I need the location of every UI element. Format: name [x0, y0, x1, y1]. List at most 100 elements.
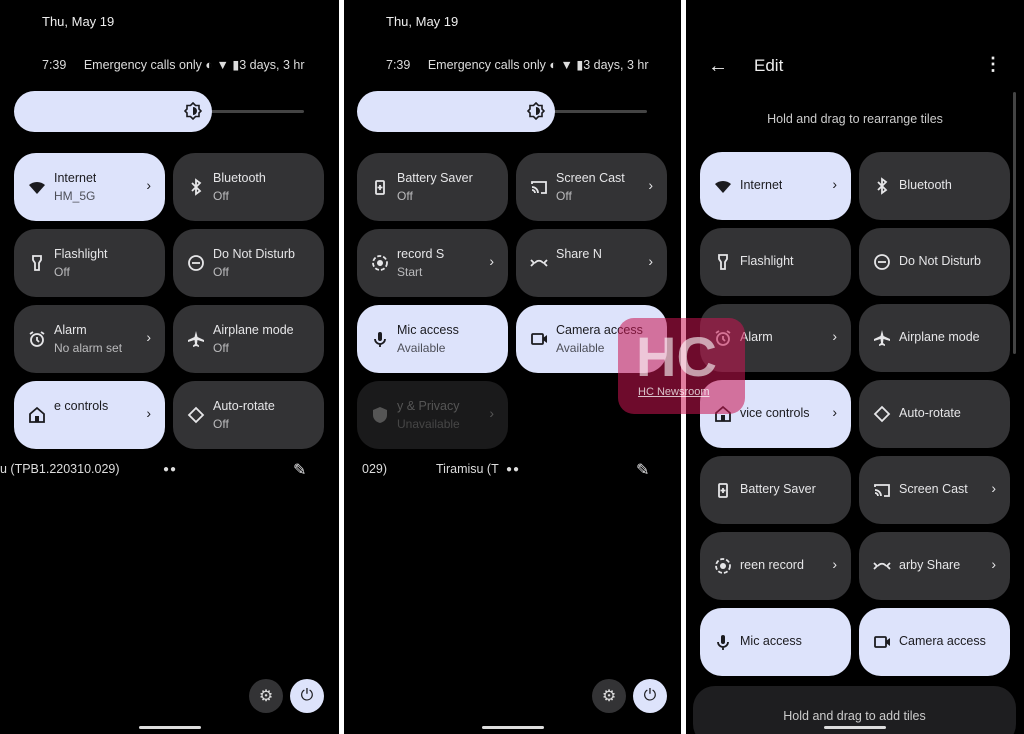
tile-battery-saver[interactable]: Battery Saver: [700, 456, 851, 524]
settings-button[interactable]: ⚙: [249, 679, 283, 713]
tile-airplane[interactable]: Airplane mode Off: [173, 305, 324, 373]
chevron-right-icon[interactable]: ›: [832, 176, 837, 192]
rearrange-hint: Hold and drag to rearrange tiles: [767, 112, 943, 126]
clock: 7:39: [42, 58, 67, 72]
chevron-right-icon[interactable]: ›: [146, 177, 151, 193]
chevron-right-icon[interactable]: ›: [832, 328, 837, 344]
flashlight-icon: [718, 254, 728, 270]
tile-state: Off: [213, 189, 229, 203]
tile-rotate[interactable]: Auto-rotate: [859, 380, 1010, 448]
tile-mic[interactable]: Mic access Available: [357, 305, 508, 373]
chevron-right-icon[interactable]: ›: [489, 253, 494, 269]
tile-home[interactable]: e controls ›: [14, 381, 165, 449]
status-bar: 7:39 Emergency calls only ◐ ▼ ▮3 days, 3…: [42, 57, 305, 72]
nearby-share-icon: [530, 259, 548, 267]
home-icon: [29, 406, 45, 423]
chevron-right-icon[interactable]: ›: [146, 405, 151, 421]
chevron-right-icon[interactable]: ›: [991, 480, 996, 496]
build-number[interactable]: u (TPB1.220310.029): [0, 462, 120, 476]
tile-screen-record[interactable]: reen record ›: [700, 532, 851, 600]
tile-label: vice controls: [740, 406, 810, 420]
build-number[interactable]: 029): [362, 462, 387, 476]
power-icon: ⏻: [643, 687, 657, 704]
rotate-icon: [187, 406, 205, 424]
tile-dnd[interactable]: Do Not Disturb: [859, 228, 1010, 296]
chevron-right-icon[interactable]: ›: [146, 329, 151, 345]
power-button[interactable]: ⏻: [633, 679, 667, 713]
tile-label: Camera access: [899, 634, 986, 648]
chevron-right-icon[interactable]: ›: [832, 404, 837, 420]
chevron-right-icon[interactable]: ›: [832, 556, 837, 572]
power-button[interactable]: ⏻: [290, 679, 324, 713]
tile-label: Auto-rotate: [213, 399, 275, 413]
tile-wifi[interactable]: Internet HM_5G ›: [14, 153, 165, 221]
tile-label: Mic access: [740, 634, 802, 648]
chevron-right-icon[interactable]: ›: [489, 405, 494, 421]
tile-label: Battery Saver: [397, 171, 473, 185]
scrollbar[interactable]: [1013, 92, 1016, 354]
carrier-text: Emergency calls only: [83, 58, 202, 72]
tile-nearby-share[interactable]: arby Share ›: [859, 532, 1010, 600]
tile-bluetooth[interactable]: Bluetooth Off: [173, 153, 324, 221]
settings-button[interactable]: ⚙: [592, 679, 626, 713]
tile-label: Do Not Disturb: [899, 254, 981, 268]
edit-pencil-icon[interactable]: ✎: [636, 460, 649, 480]
flashlight-icon: [32, 255, 42, 271]
tile-nearby-share[interactable]: Share N ›: [516, 229, 667, 297]
chevron-right-icon[interactable]: ›: [648, 253, 653, 269]
tile-label: Internet: [740, 178, 783, 192]
vibrate-icon: ◐: [205, 58, 217, 72]
date: Thu, May 19: [386, 14, 459, 29]
tile-label: e controls: [54, 399, 109, 413]
screen-record-icon: [715, 558, 731, 574]
tile-camera[interactable]: Camera access: [859, 608, 1010, 676]
tile-state: Available: [556, 341, 605, 355]
battery-text: 3 days, 3 hr: [239, 58, 305, 72]
page-indicator: ●●: [506, 464, 521, 475]
watermark-logo: HC HC Newsroom: [618, 318, 745, 414]
battery-saver-icon: [375, 180, 385, 195]
mic-icon: [717, 635, 729, 650]
tile-shield[interactable]: y & Privacy Unavailable ›: [357, 381, 508, 449]
tile-state: Off: [397, 189, 413, 203]
tile-state: Off: [213, 265, 229, 279]
tile-rotate[interactable]: Auto-rotate Off: [173, 381, 324, 449]
more-options-icon[interactable]: ⋮: [984, 54, 1002, 75]
tile-flashlight[interactable]: Flashlight: [700, 228, 851, 296]
tile-flashlight[interactable]: Flashlight Off: [14, 229, 165, 297]
chevron-right-icon[interactable]: ›: [991, 556, 996, 572]
tile-bluetooth[interactable]: Bluetooth: [859, 152, 1010, 220]
brightness-icon: [527, 102, 545, 120]
tile-mic[interactable]: Mic access: [700, 608, 851, 676]
edit-pencil-icon[interactable]: ✎: [293, 460, 306, 480]
chevron-right-icon[interactable]: ›: [648, 177, 653, 193]
wifi-icon: [29, 181, 45, 194]
nav-handle[interactable]: [482, 726, 544, 729]
tile-airplane[interactable]: Airplane mode: [859, 304, 1010, 372]
tile-state: Available: [397, 341, 446, 355]
tile-wifi[interactable]: Internet ›: [700, 152, 851, 220]
airplane-icon: [188, 331, 204, 347]
clock: 7:39: [386, 58, 411, 72]
tile-label: Flashlight: [740, 254, 794, 268]
camera-icon: [874, 636, 890, 648]
vibrate-icon: ◐: [549, 58, 561, 72]
tile-cast[interactable]: Screen Cast ›: [859, 456, 1010, 524]
tile-state: Unavailable: [397, 417, 460, 431]
build-name[interactable]: Tiramisu (T: [436, 462, 499, 476]
tile-alarm[interactable]: Alarm No alarm set ›: [14, 305, 165, 373]
back-arrow-icon[interactable]: ←: [708, 55, 728, 78]
tile-battery-saver[interactable]: Battery Saver Off: [357, 153, 508, 221]
tile-screen-record[interactable]: record S Start ›: [357, 229, 508, 297]
tile-label: Bluetooth: [213, 171, 266, 185]
brightness-icon: [184, 102, 202, 120]
tile-dnd[interactable]: Do Not Disturb Off: [173, 229, 324, 297]
status-bar: 7:39 Emergency calls only ◐ ▼ ▮3 days, 3…: [386, 57, 649, 72]
brightness-slider[interactable]: [357, 91, 555, 132]
tile-cast[interactable]: Screen Cast Off ›: [516, 153, 667, 221]
brightness-slider[interactable]: [14, 91, 212, 132]
tile-label: record S: [397, 247, 445, 261]
nav-handle[interactable]: [824, 726, 886, 729]
tile-state: Off: [213, 417, 229, 431]
nav-handle[interactable]: [139, 726, 201, 729]
